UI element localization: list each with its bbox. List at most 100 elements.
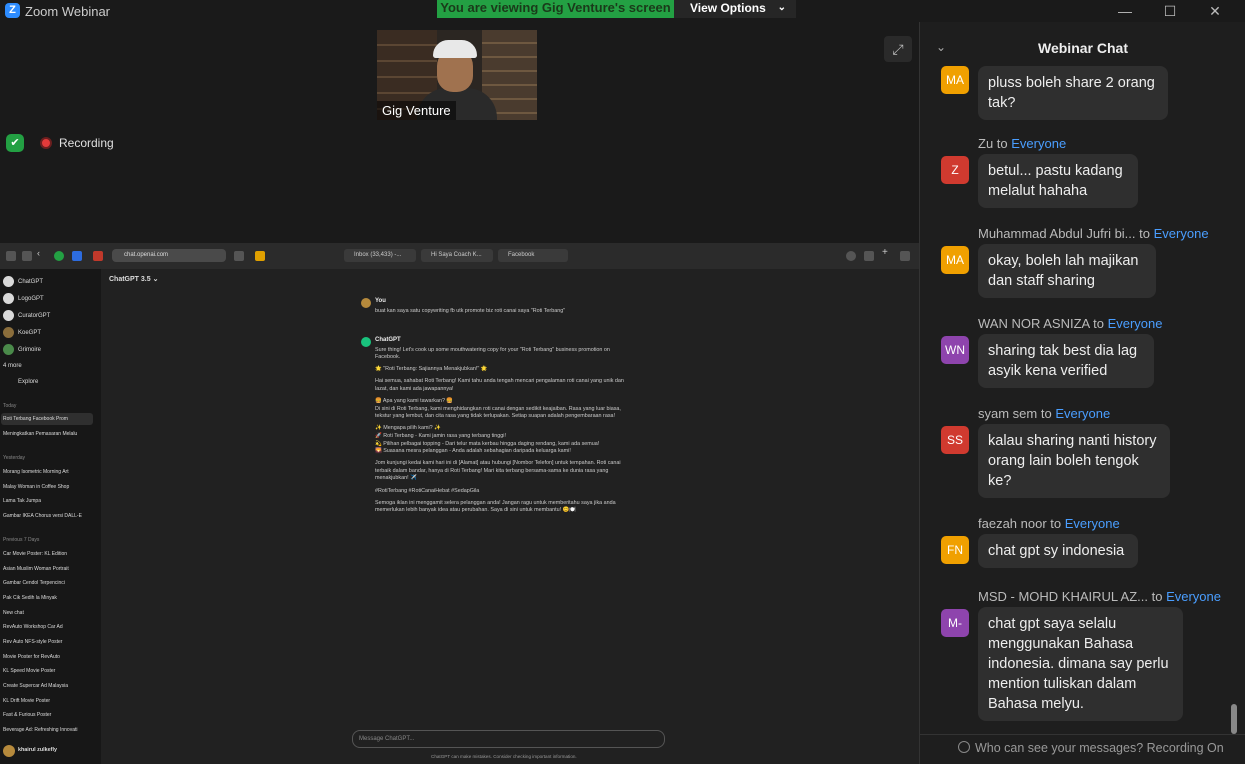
chat-sender-line: MSD - MOHD KHAIRUL AZ... to Everyone <box>978 589 1221 604</box>
tabs-icon[interactable] <box>900 251 910 261</box>
history-item[interactable]: Malay Woman in Coffee Shop <box>3 484 69 490</box>
extension-icon[interactable] <box>93 251 103 261</box>
history-item[interactable]: Fast & Furious Poster <box>3 712 51 718</box>
chat-footer[interactable]: Who can see your messages? Recording On <box>920 734 1245 764</box>
expand-icon[interactable]: ⤢ <box>884 36 912 62</box>
chat-bubble: okay, boleh lah majikan dan staff sharin… <box>978 244 1156 298</box>
history-item[interactable]: Create Supercar Ad Malaysia <box>3 683 68 689</box>
chat-bubble: chat gpt sy indonesia <box>978 534 1138 568</box>
security-shield-icon[interactable]: ✔ <box>6 134 24 152</box>
recording-icon <box>40 137 52 149</box>
title-bar: Z Zoom Webinar You are viewing Gig Ventu… <box>0 0 1245 22</box>
webinar-chat-panel: ⌄ Webinar Chat MA pluss boleh share 2 or… <box>919 22 1245 764</box>
address-bar[interactable]: chat.openai.com <box>112 249 226 262</box>
recipient-everyone[interactable]: Everyone <box>1154 226 1209 241</box>
curatorgpt-icon <box>3 310 14 321</box>
recipient-everyone[interactable]: Everyone <box>1166 589 1221 604</box>
to-word: to <box>1050 516 1062 531</box>
sender-name: Zu <box>978 136 994 151</box>
history-item[interactable]: Movie Poster for RevAuto <box>3 654 60 660</box>
chevron-down-icon: ⌄ <box>777 2 786 13</box>
history-item[interactable]: Roti Terbang Facebook Prom <box>3 416 68 422</box>
sender-name: MSD - MOHD KHAIRUL AZ... <box>978 589 1148 604</box>
chat-avatar: MA <box>941 66 969 94</box>
url-text: chat.openai.com <box>124 252 169 258</box>
message-paragraph: Sure thing! Let's cook up some mouthwate… <box>375 346 610 361</box>
chat-avatar: WN <box>941 336 969 364</box>
chat-sender-line: syam sem to Everyone <box>978 406 1110 421</box>
history-item[interactable]: Morang Isometric Morning Art <box>3 469 69 475</box>
gpt-item[interactable]: ChatGPT <box>18 279 43 285</box>
history-item[interactable]: Gambar IKEA Chorus versi DALL-E <box>3 513 82 519</box>
sidebar-toggle-icon[interactable] <box>6 251 16 261</box>
koegpt-icon <box>3 327 14 338</box>
explore-link[interactable]: Explore <box>18 379 38 385</box>
message-author: You <box>375 298 386 304</box>
section-prev7: Previous 7 Days <box>3 537 40 543</box>
app-title: Zoom Webinar <box>25 4 111 19</box>
download-icon[interactable] <box>846 251 856 261</box>
chatgpt-avatar-icon <box>361 337 371 347</box>
zoom-webinar-window: Z Zoom Webinar You are viewing Gig Ventu… <box>0 0 1245 764</box>
extension-icon[interactable] <box>72 251 82 261</box>
history-item[interactable]: Pak Cik Sedih la Minyak <box>3 595 57 601</box>
recipient-everyone[interactable]: Everyone <box>1011 136 1066 151</box>
browser-tab[interactable]: Facebook <box>498 249 568 262</box>
chat-title: Webinar Chat <box>1038 40 1128 56</box>
gpt-item[interactable]: Grimoire <box>18 347 41 353</box>
model-selector[interactable]: ChatGPT 3.5 ⌄ <box>109 275 158 283</box>
view-options-button[interactable]: View Options ⌄ <box>674 0 796 18</box>
section-yesterday: Yesterday <box>3 455 26 461</box>
chat-avatar: SS <box>941 426 969 454</box>
chat-footer-text: Who can see your messages? Recording On <box>975 741 1224 755</box>
chat-sender-line: faezah noor to Everyone <box>978 516 1120 531</box>
message-input[interactable]: Message ChatGPT... <box>352 730 665 748</box>
more-gpts-link[interactable]: 4 more <box>3 363 22 369</box>
user-avatar <box>361 298 371 308</box>
message-paragraph: 🍔 Apa yang kami tawarkan? 🍔 Di sini di R… <box>375 398 621 420</box>
history-item[interactable]: Car Movie Poster: KL Edition <box>3 551 67 557</box>
new-tab-icon[interactable]: + <box>882 247 892 258</box>
chat-scrollbar[interactable] <box>1231 704 1237 734</box>
extension-icon[interactable] <box>54 251 64 261</box>
history-item[interactable]: Lama Tak Jumpa <box>3 498 41 504</box>
message-paragraph: Semoga iklan ini menggamit selera pelang… <box>375 499 616 514</box>
message-input-placeholder: Message ChatGPT... <box>359 736 415 742</box>
speaker-cap <box>433 40 477 58</box>
history-item[interactable]: KL Drift Movie Poster <box>3 698 50 704</box>
reader-icon[interactable] <box>234 251 244 261</box>
grimoire-icon <box>3 344 14 355</box>
section-today: Today <box>3 403 17 409</box>
recipient-everyone[interactable]: Everyone <box>1065 516 1120 531</box>
history-item[interactable]: Asian Muslim Woman Portrait <box>3 566 69 572</box>
minimize-icon[interactable]: — <box>1110 2 1140 20</box>
chat-bubble: betul... pastu kadang melalut hahaha <box>978 154 1138 208</box>
extension-icon[interactable] <box>255 251 265 261</box>
maximize-icon[interactable]: ☐ <box>1155 2 1185 20</box>
user-avatar[interactable] <box>3 745 15 757</box>
recipient-everyone[interactable]: Everyone <box>1055 406 1110 421</box>
browser-tab[interactable]: Hi Saya Coach K... <box>421 249 493 262</box>
chat-bubble: sharing tak best dia lag asyik kena veri… <box>978 334 1154 388</box>
history-item[interactable]: New chat <box>3 610 24 616</box>
chat-sender-line: Zu to Everyone <box>978 136 1066 151</box>
gpt-item[interactable]: KoeGPT <box>18 330 41 336</box>
chat-avatar: MA <box>941 246 969 274</box>
history-item[interactable]: KL Speed Movie Poster <box>3 668 55 674</box>
browser-tab[interactable]: Inbox (33,433) -... <box>344 249 416 262</box>
history-item[interactable]: Gambar Cendol Terpencinci <box>3 580 65 586</box>
browser-tab-label: Facebook <box>508 252 535 258</box>
history-item[interactable]: Meningkatkan Pemasaran Melalu <box>3 431 77 437</box>
history-item[interactable]: RevAuto Workshop Car Ad <box>3 624 63 630</box>
user-name[interactable]: khairul zulkefly <box>18 747 57 753</box>
gpt-item[interactable]: CuratorGPT <box>18 313 50 319</box>
close-icon[interactable]: ✕ <box>1200 2 1230 20</box>
tab-overview-icon[interactable] <box>22 251 32 261</box>
gpt-item[interactable]: LogoGPT <box>18 296 44 302</box>
share-icon[interactable] <box>864 251 874 261</box>
history-item[interactable]: Beverage Ad: Refreshing Innovati <box>3 727 78 733</box>
view-options-label: View Options <box>690 1 766 15</box>
history-item[interactable]: Rev Auto NFS-style Poster <box>3 639 62 645</box>
back-icon[interactable]: ‹ <box>37 248 47 258</box>
recipient-everyone[interactable]: Everyone <box>1108 316 1163 331</box>
